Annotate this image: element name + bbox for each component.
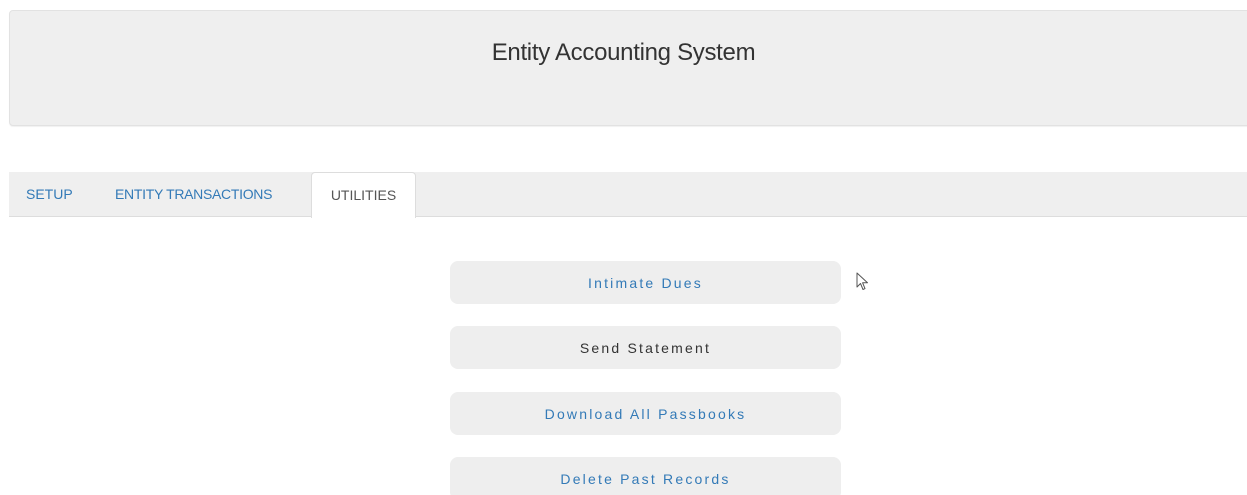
tab-utilities[interactable]: UTILITIES [311,172,416,218]
intimate-dues-button[interactable]: Intimate Dues [450,261,841,304]
tab-entity-transactions[interactable]: ENTITY TRANSACTIONS [115,172,272,217]
delete-past-records-button[interactable]: Delete Past Records [450,457,841,495]
mouse-pointer-icon [856,272,868,290]
page-title: Entity Accounting System [491,39,756,66]
send-statement-button[interactable]: Send Statement [450,326,841,369]
tab-setup[interactable]: SETUP [26,172,73,217]
tab-bar: SETUP ENTITY TRANSACTIONS UTILITIES [9,172,1247,218]
app-page: Entity Accounting System SETUP ENTITY TR… [0,0,1247,495]
download-all-passbooks-button[interactable]: Download All Passbooks [450,392,841,435]
